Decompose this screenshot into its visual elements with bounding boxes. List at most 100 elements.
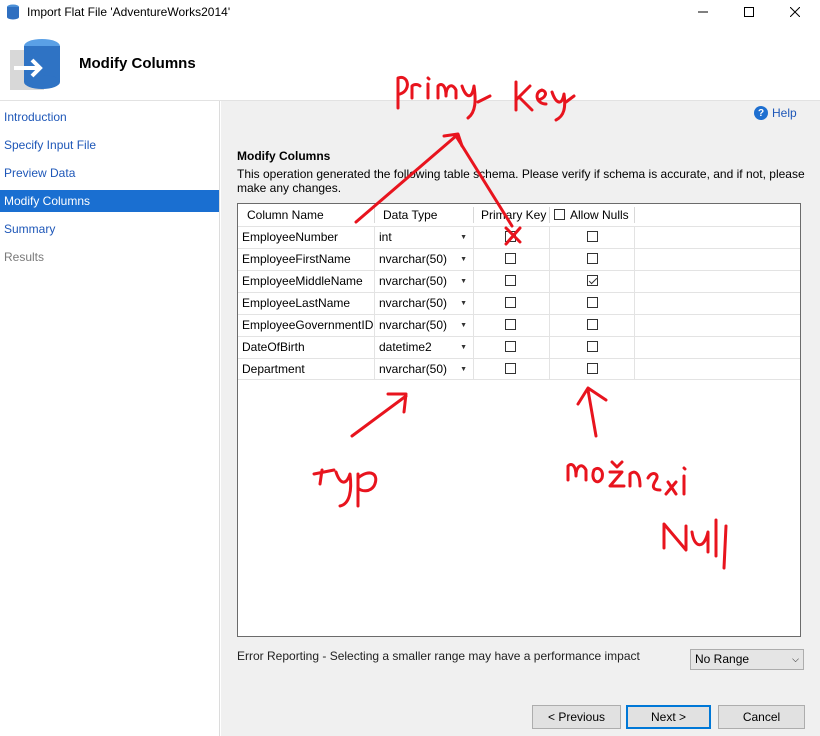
allow-nulls-cell <box>550 249 635 270</box>
cancel-button[interactable]: Cancel <box>718 705 805 729</box>
allow-nulls-checkbox[interactable] <box>587 341 598 352</box>
help-label: Help <box>772 106 797 120</box>
main-panel: ? Help Modify Columns This operation gen… <box>221 101 820 736</box>
window-title: Import Flat File 'AdventureWorks2014' <box>27 5 231 19</box>
primary-key-cell <box>474 227 550 248</box>
column-header-data-type[interactable]: Data Type <box>383 204 437 226</box>
column-name-cell[interactable]: EmployeeLastName <box>238 293 375 314</box>
column-name-cell[interactable]: DateOfBirth <box>238 337 375 358</box>
chevron-down-icon: ▼ <box>460 344 467 351</box>
column-name-cell[interactable]: EmployeeFirstName <box>238 249 375 270</box>
previous-button[interactable]: < Previous <box>532 705 621 729</box>
primary-key-checkbox[interactable] <box>505 319 516 330</box>
table-row: DateOfBirth datetime2 ▼ <box>238 336 800 358</box>
sidebar-item-preview-data[interactable]: Preview Data <box>0 162 219 184</box>
primary-key-checkbox[interactable] <box>505 363 516 374</box>
allow-nulls-checkbox[interactable] <box>587 319 598 330</box>
allow-nulls-cell <box>550 227 635 248</box>
section-description: This operation generated the following t… <box>237 167 805 195</box>
database-import-icon <box>10 39 60 90</box>
error-range-value: No Range <box>695 652 750 666</box>
table-row: Department nvarchar(50) ▼ <box>238 358 800 380</box>
maximize-icon <box>744 7 754 17</box>
column-header-allow-nulls[interactable]: Allow Nulls <box>570 204 629 226</box>
minimize-button[interactable] <box>680 0 726 24</box>
sidebar-item-modify-columns[interactable]: Modify Columns <box>0 190 219 212</box>
primary-key-checkbox[interactable] <box>505 341 516 352</box>
allow-nulls-all-checkbox[interactable] <box>554 209 565 220</box>
column-divider <box>549 207 550 223</box>
chevron-down-icon: ▼ <box>460 366 467 373</box>
grid-header: Column Name Data Type Primary Key Allow … <box>238 204 800 226</box>
error-range-select[interactable]: No Range ⌵ <box>690 649 804 670</box>
allow-nulls-checkbox[interactable] <box>587 253 598 264</box>
next-button[interactable]: Next > <box>626 705 711 729</box>
data-type-select[interactable]: int ▼ <box>375 227 474 248</box>
sidebar-item-results: Results <box>4 250 45 264</box>
chevron-down-icon: ▼ <box>460 256 467 263</box>
column-header-primary-key[interactable]: Primary Key <box>481 204 546 226</box>
column-divider <box>473 207 474 223</box>
primary-key-checkbox[interactable] <box>505 275 516 286</box>
sidebar-item-specify-input-file[interactable]: Specify Input File <box>0 134 219 156</box>
data-type-value: nvarchar(50) <box>379 252 448 266</box>
primary-key-cell <box>474 293 550 314</box>
primary-key-checkbox[interactable] <box>505 253 516 264</box>
allow-nulls-checkbox[interactable] <box>587 231 598 242</box>
data-type-select[interactable]: nvarchar(50) ▼ <box>375 359 474 380</box>
allow-nulls-cell <box>550 337 635 358</box>
table-row: EmployeeGovernmentID nvarchar(50) ▼ <box>238 314 800 336</box>
allow-nulls-cell <box>550 293 635 314</box>
table-row: EmployeeNumber int ▼ <box>238 226 800 248</box>
primary-key-checkbox[interactable] <box>505 231 516 242</box>
data-type-select[interactable]: nvarchar(50) ▼ <box>375 315 474 336</box>
column-divider <box>634 207 635 223</box>
primary-key-checkbox[interactable] <box>505 297 516 308</box>
data-type-value: nvarchar(50) <box>379 362 448 376</box>
data-type-select[interactable]: nvarchar(50) ▼ <box>375 271 474 292</box>
allow-nulls-cell <box>550 315 635 336</box>
table-row: EmployeeMiddleName nvarchar(50) ▼ <box>238 270 800 292</box>
data-type-select[interactable]: datetime2 ▼ <box>375 337 474 358</box>
app-icon <box>7 4 19 20</box>
column-name-cell[interactable]: EmployeeGovernmentID <box>238 315 375 336</box>
wizard-header: Modify Columns <box>0 24 820 101</box>
data-type-select[interactable]: nvarchar(50) ▼ <box>375 293 474 314</box>
table-row: EmployeeFirstName nvarchar(50) ▼ <box>238 248 800 270</box>
wizard-sidebar: Introduction Specify Input File Preview … <box>0 101 220 736</box>
table-row: EmployeeLastName nvarchar(50) ▼ <box>238 292 800 314</box>
close-button[interactable] <box>772 0 818 24</box>
allow-nulls-checkbox[interactable] <box>587 275 598 286</box>
page-title: Modify Columns <box>79 55 196 72</box>
help-icon: ? <box>754 106 768 120</box>
column-name-cell[interactable]: EmployeeNumber <box>238 227 375 248</box>
data-type-value: nvarchar(50) <box>379 274 448 288</box>
sidebar-item-summary[interactable]: Summary <box>0 218 219 240</box>
chevron-down-icon: ▼ <box>460 278 467 285</box>
primary-key-cell <box>474 271 550 292</box>
column-divider <box>374 207 375 223</box>
close-icon <box>790 7 800 17</box>
data-type-value: int <box>379 230 392 244</box>
allow-nulls-checkbox[interactable] <box>587 297 598 308</box>
sidebar-item-introduction[interactable]: Introduction <box>0 106 219 128</box>
section-title: Modify Columns <box>237 149 331 163</box>
data-type-value: datetime2 <box>379 340 432 354</box>
column-header-name[interactable]: Column Name <box>247 204 324 226</box>
columns-grid: Column Name Data Type Primary Key Allow … <box>237 203 801 637</box>
column-name-cell[interactable]: Department <box>238 359 375 380</box>
data-type-value: nvarchar(50) <box>379 296 448 310</box>
help-link[interactable]: ? Help <box>754 105 797 121</box>
data-type-select[interactable]: nvarchar(50) ▼ <box>375 249 474 270</box>
primary-key-cell <box>474 249 550 270</box>
chevron-down-icon: ⌵ <box>792 654 799 664</box>
allow-nulls-cell <box>550 271 635 292</box>
primary-key-cell <box>474 359 550 380</box>
chevron-down-icon: ▼ <box>460 300 467 307</box>
column-name-cell[interactable]: EmployeeMiddleName <box>238 271 375 292</box>
maximize-button[interactable] <box>726 0 772 24</box>
minimize-icon <box>698 11 708 13</box>
allow-nulls-checkbox[interactable] <box>587 363 598 374</box>
chevron-down-icon: ▼ <box>460 322 467 329</box>
primary-key-cell <box>474 315 550 336</box>
